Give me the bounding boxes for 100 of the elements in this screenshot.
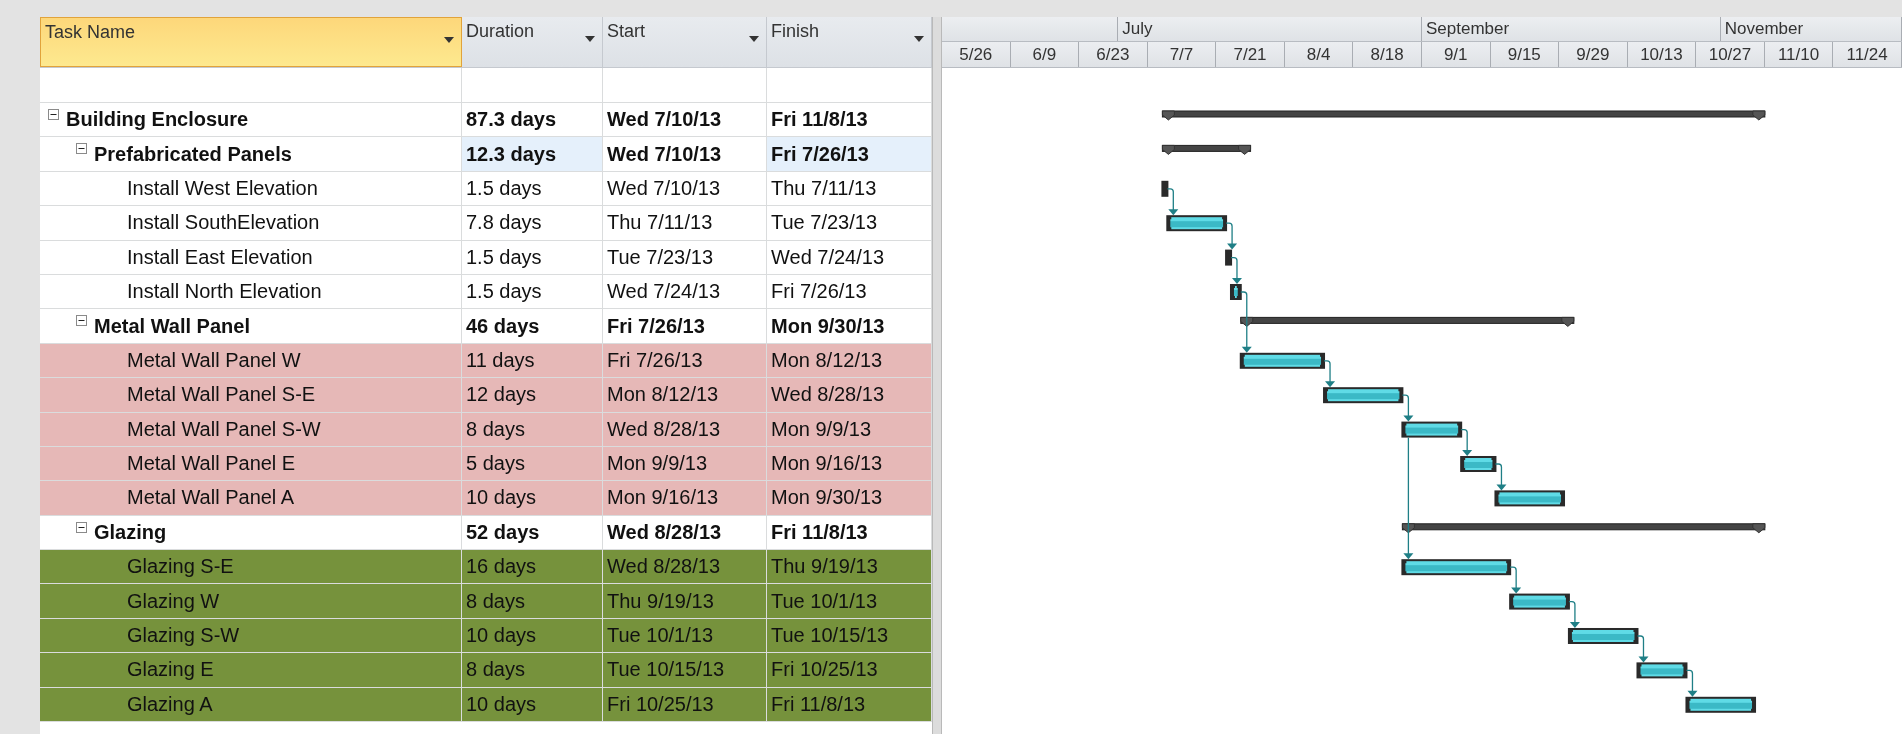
- table-cell: Fri 7/26/13: [767, 137, 932, 171]
- week-label: 6/9: [1010, 42, 1080, 67]
- table-cell: 12 days: [462, 378, 603, 412]
- task-bar[interactable]: [1685, 696, 1757, 713]
- task-bar[interactable]: [1567, 628, 1639, 644]
- caret-icon[interactable]: [443, 36, 455, 44]
- task-bar[interactable]: [1323, 387, 1404, 404]
- task-name: Metal Wall Panel A: [127, 486, 295, 510]
- table-cell: 10 days: [462, 481, 603, 515]
- week-label: 9/15: [1490, 42, 1560, 67]
- caret-icon[interactable]: [913, 35, 925, 43]
- task-bar[interactable]: [1509, 593, 1570, 610]
- table-cell: Wed 7/10/13: [603, 103, 767, 137]
- table-cell: 16 days: [462, 550, 603, 584]
- table-cell: Mon 8/12/13: [603, 378, 767, 412]
- week-label: 10/13: [1627, 42, 1697, 67]
- month-label: September: [1421, 17, 1721, 41]
- collapse-icon[interactable]: [76, 143, 87, 155]
- collapse-icon[interactable]: [76, 521, 87, 533]
- column-header[interactable]: Duration: [462, 17, 603, 67]
- table-cell: Tue 7/23/13: [603, 240, 767, 274]
- table-cell: Wed 8/28/13: [603, 515, 767, 550]
- table-cell: 8 days: [462, 412, 603, 446]
- table-cell: Fri 7/26/13: [603, 309, 767, 343]
- task-name: Install East Elevation: [127, 245, 313, 269]
- task-bar[interactable]: [1460, 456, 1497, 472]
- task-bar[interactable]: [1225, 249, 1233, 266]
- summary-bar[interactable]: [1240, 316, 1575, 327]
- week-label: 7/21: [1216, 42, 1285, 67]
- week-label: 11/10: [1764, 42, 1834, 67]
- table-cell: Mon 9/9/13: [603, 446, 767, 481]
- table-cell: Thu 9/19/13: [603, 584, 767, 618]
- task-name: Install North Elevation: [127, 280, 322, 304]
- week-label: 9/1: [1421, 42, 1491, 67]
- task-name: Glazing E: [127, 658, 214, 682]
- task-bar[interactable]: [1494, 490, 1566, 507]
- table-cell: Tue 10/15/13: [603, 653, 767, 687]
- table-cell: Wed 8/28/13: [603, 550, 767, 584]
- task-bar[interactable]: [1401, 559, 1512, 576]
- table-cell: 12.3 days: [462, 137, 603, 171]
- week-label: 10/27: [1696, 42, 1765, 67]
- table-cell: 8 days: [462, 584, 603, 618]
- table-cell: Tue 10/1/13: [603, 618, 767, 653]
- table-cell: Fri 10/25/13: [603, 687, 767, 722]
- task-name: Glazing S-E: [127, 555, 234, 579]
- table-cell: 10 days: [462, 618, 603, 653]
- task-name: Metal Wall Panel W: [127, 348, 301, 372]
- week-label: 8/18: [1353, 42, 1422, 67]
- task-bar[interactable]: [1401, 421, 1463, 438]
- task-name: Metal Wall Panel S-W: [127, 417, 321, 441]
- task-name: Glazing W: [127, 589, 220, 613]
- task-name: Glazing: [94, 520, 167, 544]
- task-name: Glazing A: [127, 692, 213, 716]
- month-label: November: [1720, 17, 1902, 41]
- month-label: July: [1118, 17, 1422, 41]
- table-cell: 8 days: [462, 653, 603, 687]
- table-cell: 46 days: [462, 309, 603, 343]
- column-header[interactable]: Finish: [767, 17, 932, 67]
- table-cell: Wed 7/10/13: [603, 171, 767, 206]
- table-cell: 7.8 days: [462, 206, 603, 240]
- table-cell: 87.3 days: [462, 103, 603, 137]
- task-name: Metal Wall Panel: [94, 314, 250, 338]
- task-name: Install West Elevation: [127, 176, 318, 200]
- task-bar[interactable]: [1230, 284, 1242, 300]
- caret-icon[interactable]: [584, 35, 596, 43]
- summary-bar[interactable]: [1401, 523, 1766, 534]
- table-cell: Mon 9/16/13: [603, 481, 767, 515]
- collapse-icon[interactable]: [48, 109, 59, 120]
- table-cell: 1.5 days: [462, 171, 603, 206]
- table-cell: 11 days: [462, 343, 603, 378]
- table-cell: 1.5 days: [462, 274, 603, 309]
- week-label: 5/26: [942, 42, 1011, 67]
- task-bar[interactable]: [1636, 662, 1688, 679]
- caret-icon[interactable]: [748, 35, 760, 43]
- task-name: Metal Wall Panel E: [127, 452, 296, 476]
- week-label: 9/29: [1559, 42, 1628, 67]
- week-label: 11/24: [1833, 42, 1902, 67]
- task-bar[interactable]: [1166, 215, 1228, 232]
- summary-bar[interactable]: [1161, 110, 1766, 121]
- table-cell: Thu 7/11/13: [603, 206, 767, 240]
- collapse-icon[interactable]: [76, 315, 87, 327]
- week-label: 7/7: [1147, 42, 1217, 67]
- week-label: 8/4: [1284, 42, 1354, 67]
- task-name: Building Enclosure: [66, 108, 249, 132]
- table-cell: Fri 7/26/13: [603, 343, 767, 378]
- task-name: Glazing S-W: [127, 624, 240, 648]
- summary-bar[interactable]: [1161, 144, 1252, 155]
- task-name: Prefabricated Panels: [94, 142, 292, 166]
- task-name: Install SouthElevation: [127, 211, 320, 235]
- table-cell: Wed 7/24/13: [603, 274, 767, 309]
- table-cell: 5 days: [462, 446, 603, 481]
- week-label: 6/23: [1079, 42, 1148, 67]
- column-header[interactable]: Task Name: [40, 17, 462, 67]
- task-name: Metal Wall Panel S-E: [127, 383, 316, 407]
- task-bar[interactable]: [1239, 352, 1326, 369]
- task-bar[interactable]: [1161, 180, 1169, 197]
- table-cell: 1.5 days: [462, 240, 603, 274]
- table-cell: 52 days: [462, 515, 603, 550]
- table-cell: 10 days: [462, 687, 603, 722]
- column-header[interactable]: Start: [603, 17, 767, 67]
